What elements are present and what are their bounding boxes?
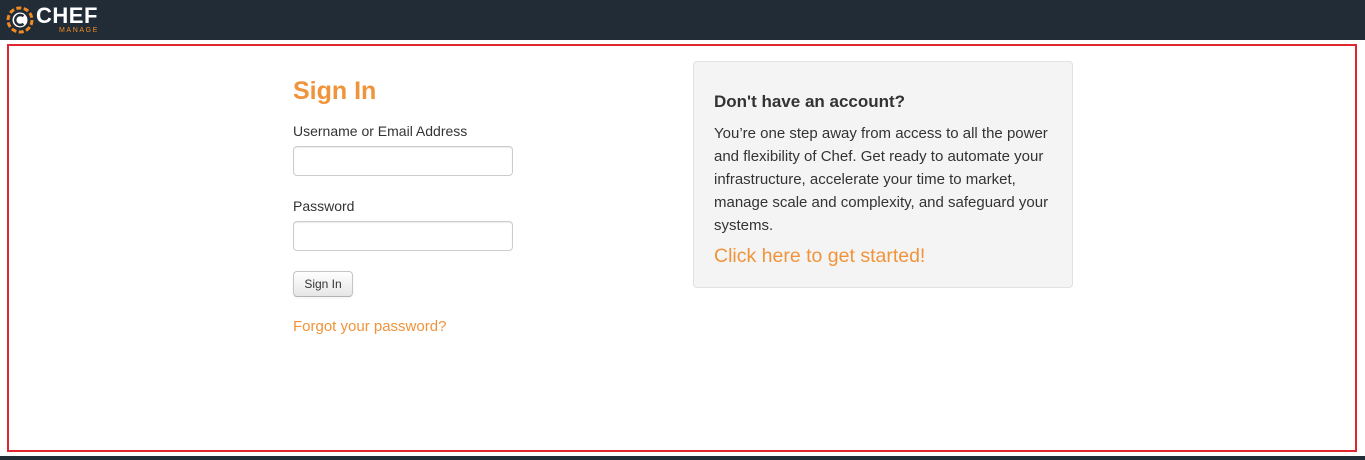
logo-subtext: MANAGE [59, 27, 99, 34]
username-input[interactable] [293, 146, 513, 176]
get-started-link[interactable]: Click here to get started! [714, 244, 925, 268]
username-label: Username or Email Address [293, 123, 468, 139]
forgot-password-link[interactable]: Forgot your password? [293, 318, 446, 336]
signup-panel: Don't have an account? You’re one step a… [693, 61, 1073, 288]
signup-heading: Don't have an account? [714, 92, 906, 111]
chef-manage-logo[interactable]: CHEF MANAGE [6, 3, 116, 37]
logo-wordmark: CHEF [36, 3, 98, 28]
top-navbar: CHEF MANAGE [0, 0, 1365, 40]
signup-description: You’re one step away from access to all … [714, 125, 1049, 234]
chef-logo-icon [6, 6, 34, 34]
password-label: Password [293, 198, 355, 214]
password-input[interactable] [293, 221, 513, 251]
bottom-bar [0, 456, 1365, 460]
highlight-frame [7, 44, 1357, 452]
sign-in-button[interactable]: Sign In [293, 271, 353, 297]
page-title: Sign In [293, 77, 377, 105]
